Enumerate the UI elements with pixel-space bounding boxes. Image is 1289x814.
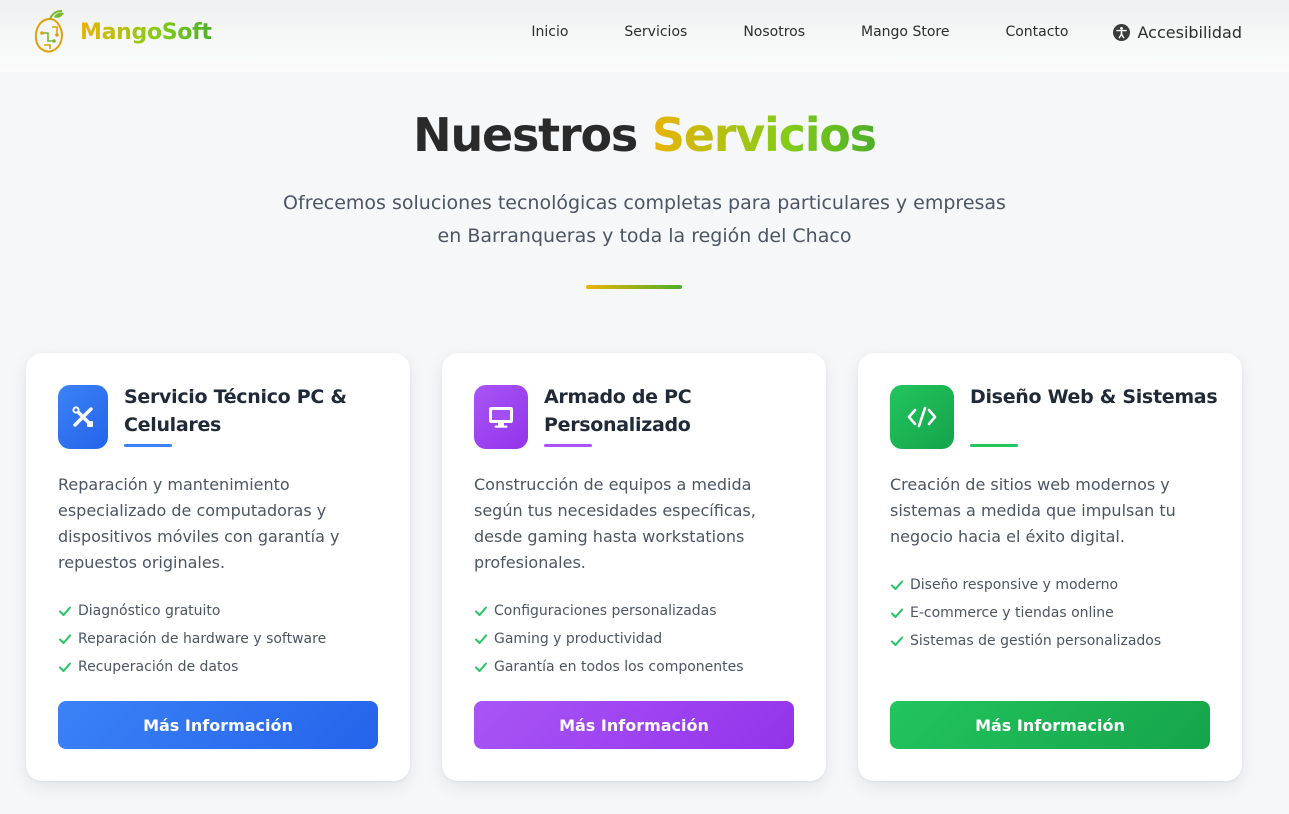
logo[interactable]: MangoSoft [32, 9, 212, 55]
nav-inicio[interactable]: Inicio [531, 24, 568, 40]
feature-label: Sistemas de gestión personalizados [910, 633, 1162, 649]
card-title-underline [970, 444, 1018, 447]
feature-item: Garantía en todos los componentes [474, 653, 744, 681]
feature-item: Gaming y productividad [474, 625, 744, 653]
check-icon [59, 634, 71, 644]
more-info-button[interactable]: Más Información [58, 701, 378, 749]
accessibility-label: Accesibilidad [1137, 22, 1243, 42]
feature-item: Configuraciones personalizadas [474, 597, 744, 625]
title-accent: Servicios [651, 108, 877, 162]
tools-icon [58, 385, 108, 449]
check-icon [475, 606, 487, 616]
card-title: Armado de PC Personalizado [544, 386, 692, 436]
check-icon [475, 634, 487, 644]
more-info-button[interactable]: Más Información [890, 701, 1210, 749]
check-icon [891, 636, 903, 646]
card-description: Construcción de equipos a medida según t… [474, 475, 756, 572]
check-icon [891, 580, 903, 590]
service-card-diseno-web: Diseño Web & Sistemas Creación de sitios… [858, 353, 1242, 781]
nav-nosotros[interactable]: Nosotros [743, 24, 805, 40]
feature-item: Recuperación de datos [58, 653, 326, 681]
feature-label: Diseño responsive y moderno [910, 577, 1119, 593]
more-info-button[interactable]: Más Información [474, 701, 794, 749]
feature-label: E-commerce y tiendas online [910, 605, 1114, 621]
card-title-underline [544, 444, 592, 447]
feature-item: Sistemas de gestión personalizados [890, 627, 1161, 655]
check-icon [59, 606, 71, 616]
card-description: Creación de sitios web modernos y sistem… [890, 475, 1176, 546]
feature-item: E-commerce y tiendas online [890, 599, 1161, 627]
feature-item: Diagnóstico gratuito [58, 597, 326, 625]
title-main: Nuestros [413, 108, 638, 162]
feature-label: Diagnóstico gratuito [78, 603, 221, 619]
feature-list: Configuraciones personalizadas Gaming y … [474, 597, 744, 681]
site-header: MangoSoft Inicio Servicios Nosotros Mang… [0, 0, 1289, 72]
page-title: Nuestros Servicios [0, 108, 1289, 162]
service-card-tecnico: Servicio Técnico PC & Celulares Reparaci… [26, 353, 410, 781]
card-title-underline [124, 444, 172, 447]
card-title: Servicio Técnico PC & Celulares [124, 386, 347, 436]
feature-label: Recuperación de datos [78, 659, 239, 675]
feature-label: Gaming y productividad [494, 631, 663, 647]
check-icon [475, 662, 487, 672]
service-card-armado-pc: Armado de PC Personalizado Construcción … [442, 353, 826, 781]
check-icon [891, 608, 903, 618]
feature-label: Configuraciones personalizadas [494, 603, 717, 619]
code-icon [890, 385, 954, 449]
monitor-icon [474, 385, 528, 449]
card-description: Reparación y mantenimiento especializado… [58, 475, 340, 572]
feature-item: Reparación de hardware y software [58, 625, 326, 653]
accessibility-icon [1112, 23, 1130, 41]
feature-list: Diagnóstico gratuito Reparación de hardw… [58, 597, 326, 681]
nav-contacto[interactable]: Contacto [1005, 24, 1068, 40]
card-title: Diseño Web & Sistemas [970, 386, 1218, 408]
nav-mango-store[interactable]: Mango Store [861, 24, 949, 40]
feature-label: Reparación de hardware y software [78, 631, 327, 647]
accessibility-button[interactable]: Accesibilidad [1112, 22, 1243, 42]
title-divider [586, 285, 682, 289]
feature-item: Diseño responsive y moderno [890, 571, 1161, 599]
nav-servicios[interactable]: Servicios [624, 24, 687, 40]
check-icon [59, 662, 71, 672]
feature-label: Garantía en todos los componentes [494, 659, 744, 675]
brand-name: MangoSoft [80, 19, 212, 45]
feature-list: Diseño responsive y moderno E-commerce y… [890, 571, 1161, 655]
page-subtitle: Ofrecemos soluciones tecnológicas comple… [283, 192, 1006, 247]
mango-logo-icon [32, 9, 68, 55]
main-nav: Inicio Servicios Nosotros Mango Store Co… [531, 22, 1242, 42]
